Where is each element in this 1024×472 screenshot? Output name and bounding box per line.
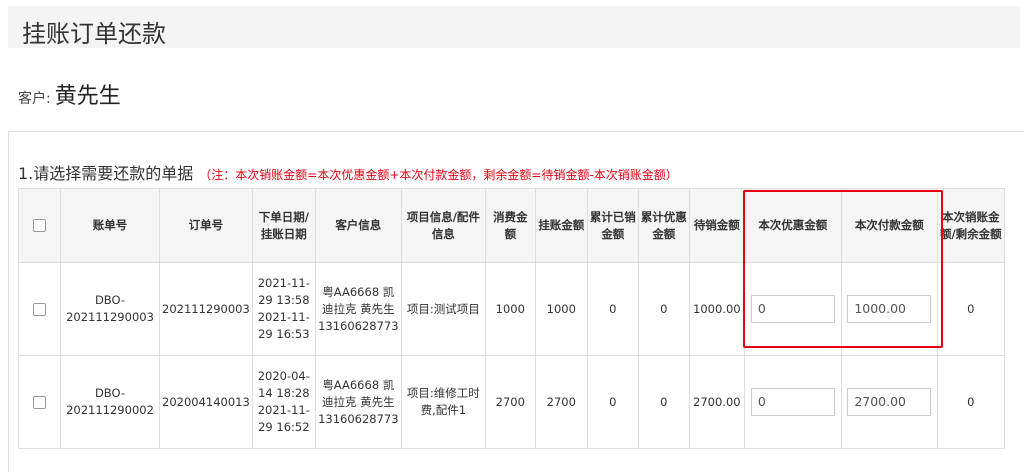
col-paid-total: 累计已销金额 [586, 188, 639, 263]
order-no: 202004140013 [159, 355, 253, 449]
paid-total: 0 [586, 262, 639, 356]
row-select-cell [18, 262, 61, 356]
pending-amount: 2700.00 [688, 355, 745, 449]
col-writeoff: 本次销账金额/剩余金额 [936, 188, 1005, 263]
writeoff-amount: 0 [936, 355, 1005, 449]
col-pending: 待销金额 [688, 188, 745, 263]
payment-input[interactable]: 1000.00 [847, 295, 932, 323]
payment-input-cell: 1000.00 [840, 262, 938, 356]
credit-amount: 1000 [534, 262, 588, 356]
section-title: 1.请选择需要还款的单据 [18, 164, 194, 183]
customer-info: 客户: 黄先生 [18, 78, 121, 110]
row-checkbox[interactable] [33, 302, 46, 316]
section-heading: 1.请选择需要还款的单据 （注：本次销账金额=本次优惠金额+本次付款金额，剩余金额… [18, 160, 678, 184]
col-order-no: 订单号 [159, 188, 253, 263]
credit-amount: 2700 [534, 355, 588, 449]
pending-amount: 1000.00 [688, 262, 745, 356]
col-customer: 客户信息 [314, 188, 402, 263]
select-all-checkbox[interactable] [33, 219, 46, 232]
discount-input[interactable]: 0 [750, 295, 835, 323]
table-row: DBO-202111290003 202111290003 2021-11-29… [18, 262, 1005, 356]
project-info: 项目:维修工时费,配件1 [400, 355, 486, 449]
col-bill-no: 账单号 [60, 188, 160, 263]
discount-total: 0 [637, 355, 690, 449]
page-header: 挂账订单还款 [8, 6, 1020, 48]
table-row: DBO-202111290002 202004140013 2020-04-14… [18, 355, 1005, 449]
bills-table: 账单号 订单号 下单日期/挂账日期 客户信息 项目信息/配件信息 消费金额 挂账… [18, 188, 1005, 449]
col-project: 项目信息/配件信息 [400, 188, 486, 263]
bill-no: DBO-202111290003 [60, 262, 160, 356]
writeoff-amount: 0 [936, 262, 1005, 356]
dates: 2021-11-29 13:58 2021-11-29 16:53 [251, 262, 316, 356]
consume-amount: 1000 [484, 262, 536, 356]
section-note: （注：本次销账金额=本次优惠金额+本次付款金额，剩余金额=待销金额-本次销账金额… [199, 168, 678, 182]
row-checkbox[interactable] [33, 395, 46, 409]
discount-input-cell: 0 [743, 262, 842, 356]
discount-input-cell: 0 [743, 355, 842, 449]
bill-no: DBO-202111290002 [60, 355, 160, 449]
col-credit: 挂账金额 [534, 188, 588, 263]
consume-amount: 2700 [484, 355, 536, 449]
dates: 2020-04-14 18:28 2021-11-29 16:52 [251, 355, 316, 449]
col-payment-input: 本次付款金额 [840, 188, 938, 263]
row-select-cell [18, 355, 61, 449]
table-header-row: 账单号 订单号 下单日期/挂账日期 客户信息 项目信息/配件信息 消费金额 挂账… [18, 188, 1005, 263]
col-dates: 下单日期/挂账日期 [251, 188, 316, 263]
discount-input[interactable]: 0 [750, 388, 835, 416]
payment-input-cell: 2700.00 [840, 355, 938, 449]
payment-input[interactable]: 2700.00 [847, 388, 932, 416]
order-no: 202111290003 [159, 262, 253, 356]
col-discount-total: 累计优惠金额 [637, 188, 690, 263]
customer-label: 客户: [18, 91, 51, 107]
col-consume: 消费金额 [484, 188, 536, 263]
select-all-cell [18, 188, 61, 263]
page-title: 挂账订单还款 [22, 20, 166, 48]
customer-name: 黄先生 [54, 84, 121, 109]
discount-total: 0 [637, 262, 690, 356]
paid-total: 0 [586, 355, 639, 449]
col-discount-input: 本次优惠金额 [743, 188, 842, 263]
customer-details: 粤AA6668 凯迪拉克 黄先生 13160628773 [314, 262, 402, 356]
project-info: 项目:测试项目 [400, 262, 486, 356]
customer-details: 粤AA6668 凯迪拉克 黄先生 13160628773 [314, 355, 402, 449]
